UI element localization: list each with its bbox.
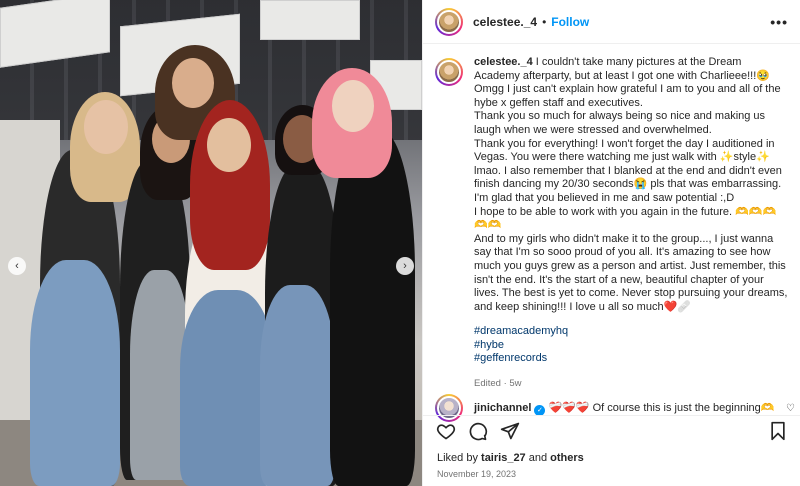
share-icon (500, 422, 520, 439)
caption-avatar[interactable] (435, 58, 463, 86)
hashtag-link[interactable]: #dreamacademyhq (474, 325, 789, 339)
post-username[interactable]: celestee._4 (473, 15, 537, 29)
chevron-right-icon: › (403, 260, 407, 272)
comment-like-heart-icon[interactable]: ♡ (786, 403, 795, 414)
caption-area: celestee._4 I couldn't take many picture… (423, 44, 800, 396)
comment-text: jinichannel ✓ ❤️‍🩹❤️‍🩹❤️‍🩹 Of course this … (474, 401, 774, 416)
photo-person (330, 130, 415, 486)
actions-bar (423, 415, 800, 445)
verified-badge-icon: ✓ (534, 404, 546, 416)
heart-icon (436, 423, 456, 439)
post-date: November 19, 2023 (437, 469, 517, 479)
caption-text: I couldn't take many pictures at the Dre… (474, 56, 788, 313)
prev-photo-button[interactable]: ‹ (8, 257, 26, 275)
hashtag-link[interactable]: #geffenrecords (474, 352, 789, 366)
likes-prefix: Liked by (437, 452, 482, 464)
caption-username[interactable]: celestee._4 (474, 56, 533, 68)
photo-ceiling-panel (260, 0, 360, 40)
caption-body: celestee._4 I couldn't take many picture… (474, 56, 789, 391)
chevron-left-icon: ‹ (15, 260, 19, 272)
comment-button[interactable] (467, 420, 489, 442)
photo-person-face (332, 80, 374, 132)
post-photo[interactable]: ‹ › (0, 0, 422, 486)
next-photo-button[interactable]: › (396, 257, 414, 275)
comment-icon (469, 422, 488, 440)
likes-middle: and (525, 452, 551, 464)
bookmark-icon (771, 421, 785, 440)
comment-body: ❤️‍🩹❤️‍🩹❤️‍🩹 Of course this is just the … (548, 401, 775, 414)
likes-summary: Liked by tairis_27 and others (437, 452, 584, 464)
edited-label: Edited · 5w (474, 378, 522, 390)
follow-button[interactable]: Follow (551, 15, 589, 29)
save-button[interactable] (767, 420, 789, 442)
more-options-button[interactable]: ••• (770, 14, 788, 30)
liked-by-user[interactable]: tairis_27 (481, 452, 526, 464)
avatar[interactable] (435, 7, 463, 36)
post-header: celestee._4 • Follow ••• (423, 0, 800, 44)
hashtag-list: #dreamacademyhq #hybe #geffenrecords (474, 325, 789, 366)
like-button[interactable] (435, 420, 457, 442)
likes-others-link[interactable]: others (550, 452, 584, 464)
photo-person-face (172, 58, 214, 108)
photo-person-jeans (260, 285, 335, 486)
share-button[interactable] (499, 420, 521, 442)
photo-person-jeans (30, 260, 120, 486)
caption-row: celestee._4 I couldn't take many picture… (435, 56, 789, 391)
separator-dot: • (542, 14, 547, 29)
photo-person-face (207, 118, 251, 172)
hashtag-link[interactable]: #hybe (474, 339, 789, 353)
comment-username[interactable]: jinichannel (474, 402, 531, 414)
post-info-pane: celestee._4 • Follow ••• celestee._4 I c… (422, 0, 800, 486)
photo-person-face (84, 100, 128, 154)
